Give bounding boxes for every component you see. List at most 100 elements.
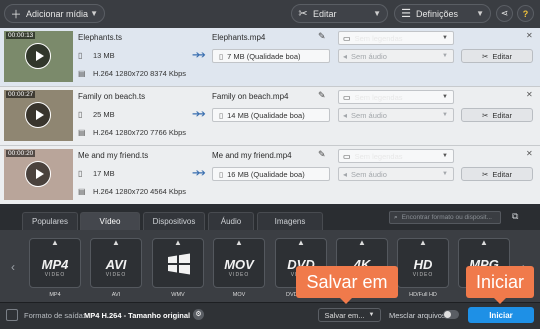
rename-pencil-icon[interactable]: ✎ (318, 149, 326, 160)
subtitles-dropdown[interactable]: ▭ Sem legendas ▼ (338, 31, 454, 45)
format-logo-sub: VIDEO (228, 272, 250, 278)
file-row[interactable]: 00:00:20 Me and my friend.ts ▯ 17 MB ▤ H… (0, 146, 540, 205)
edit-menu-button[interactable]: ✂ Editar ▼ (291, 4, 388, 23)
close-icon[interactable]: ✕ (526, 149, 533, 158)
play-icon[interactable] (25, 102, 51, 128)
scroll-left-icon[interactable]: ‹ (11, 260, 15, 274)
output-folder-icon[interactable] (6, 309, 18, 321)
edit-file-button[interactable]: ✂ Editar (461, 49, 533, 63)
edit-file-button[interactable]: ✂ Editar (461, 167, 533, 181)
tab-3[interactable]: Áudio (208, 212, 254, 230)
gear-icon[interactable]: ⚙ (193, 309, 204, 320)
merge-files-label: Mesclar arquivos: (389, 311, 448, 320)
add-media-button[interactable]: ＋ Adicionar mídia ▼ (4, 4, 105, 23)
format-logo-sub: VIDEO (412, 272, 434, 278)
play-icon[interactable] (25, 161, 51, 187)
scissors-icon: ✂ (482, 169, 489, 179)
output-size-dropdown[interactable]: ▯ 16 MB (Qualidade boa) (212, 167, 330, 181)
format-search-input[interactable]: ⌕ Encontrar formato ou disposit... (389, 211, 501, 224)
start-button[interactable]: Iniciar (468, 307, 534, 323)
output-size-dropdown[interactable]: ▯ 7 MB (Qualidade boa) (212, 49, 330, 63)
output-size-dropdown[interactable]: ▯ 14 MB (Qualidade boa) (212, 108, 330, 122)
rename-pencil-icon[interactable]: ✎ (318, 31, 326, 42)
chevron-up-icon[interactable]: ▲ (91, 238, 141, 247)
file-icon: ▯ (78, 110, 83, 119)
scissors-icon: ✂ (298, 8, 308, 20)
chevron-up-icon[interactable]: ▲ (153, 238, 203, 247)
chevron-down-icon: ▼ (373, 9, 381, 18)
tab-1[interactable]: Vídeo (80, 212, 140, 230)
top-toolbar: ＋ Adicionar mídia ▼ ✂ Editar ▼ ☰ Definiç… (0, 0, 540, 29)
format-tile[interactable]: ▲ MP4 VIDEO (29, 238, 81, 288)
source-video-info: ▤ H.264 1280x720 4564 Kbps (78, 187, 186, 196)
chevron-down-icon: ▼ (90, 9, 98, 18)
edit-file-button[interactable]: ✂ Editar (461, 108, 533, 122)
scissors-icon: ✂ (482, 51, 489, 61)
file-icon: ▯ (219, 169, 224, 179)
speaker-icon: ◂ (343, 169, 348, 179)
format-settings-icon[interactable]: ⧉ (512, 211, 518, 222)
windows-logo-icon (168, 253, 190, 275)
chevron-up-icon[interactable]: ▲ (30, 238, 80, 247)
chevron-up-icon[interactable]: ▲ (214, 238, 264, 247)
duration-label: 00:00:13 (6, 32, 36, 39)
video-thumbnail[interactable]: 00:00:20 (4, 149, 73, 200)
convert-arrow-icon: ➔➔ (192, 50, 206, 61)
file-row[interactable]: 00:00:13 Elephants.ts ▯ 13 MB ▤ H.264 12… (0, 28, 540, 87)
chevron-down-icon: ▼ (442, 94, 448, 100)
save-callout: Salvar em (296, 266, 398, 298)
source-file-name: Me and my friend.ts (78, 151, 149, 160)
settings-menu-button[interactable]: ☰ Definições ▼ (394, 4, 491, 23)
chevron-up-icon[interactable]: ▲ (398, 238, 448, 247)
speech-bubble-icon: ▭ (343, 151, 351, 161)
chevron-down-icon: ▼ (442, 35, 448, 41)
rename-pencil-icon[interactable]: ✎ (318, 90, 326, 101)
source-file-size: ▯ 25 MB (78, 110, 115, 119)
scissors-icon: ✂ (482, 110, 489, 120)
speaker-icon: ◂ (343, 110, 348, 120)
close-icon[interactable]: ✕ (526, 31, 533, 40)
start-callout-pointer (494, 298, 506, 304)
format-caption: AVI (111, 292, 121, 298)
chevron-down-icon: ▼ (442, 153, 448, 159)
format-caption: MOV (232, 292, 246, 298)
source-file-size: ▯ 13 MB (78, 51, 115, 60)
bottom-bar: Formato de saída: MP4 H.264 - Tamanho or… (0, 302, 540, 329)
duration-label: 00:00:20 (6, 150, 36, 157)
save-callout-pointer (340, 298, 352, 304)
play-icon[interactable] (25, 43, 51, 69)
output-file-name: Me and my friend.mp4 (212, 151, 292, 160)
format-tile[interactable]: ▲ MOV VIDEO (213, 238, 265, 288)
audio-dropdown[interactable]: ◂ Sem áudio ▼ (338, 108, 454, 122)
video-thumbnail[interactable]: 00:00:27 (4, 90, 73, 141)
format-logo: AVI (105, 257, 127, 272)
help-button[interactable]: ? (517, 5, 534, 22)
format-logo-sub: VIDEO (44, 272, 66, 278)
format-tile[interactable]: ▲ HD VIDEO (397, 238, 449, 288)
save-to-button[interactable]: Salvar em... ▼ (318, 308, 381, 322)
subtitles-dropdown[interactable]: ▭ Sem legendas ▼ (338, 90, 454, 104)
close-icon[interactable]: ✕ (526, 90, 533, 99)
chevron-down-icon: ▼ (442, 171, 448, 177)
file-row[interactable]: 00:00:27 Family on beach.ts ▯ 25 MB ▤ H.… (0, 87, 540, 146)
chevron-down-icon: ▼ (442, 112, 448, 118)
duration-label: 00:00:27 (6, 91, 36, 98)
file-icon: ▯ (78, 169, 83, 178)
tab-0[interactable]: Populares (22, 212, 78, 230)
start-callout: Iniciar (466, 266, 534, 298)
search-icon: ⌕ (394, 213, 398, 221)
format-tile[interactable]: ▲ (152, 238, 204, 288)
chevron-up-icon[interactable]: ▲ (276, 238, 326, 247)
share-button[interactable]: ⋖ (496, 5, 513, 22)
tab-4[interactable]: Imagens (257, 212, 323, 230)
tab-2[interactable]: Dispositivos (143, 212, 205, 230)
merge-files-toggle[interactable] (443, 310, 459, 319)
video-thumbnail[interactable]: 00:00:13 (4, 31, 73, 82)
chevron-up-icon[interactable]: ▲ (337, 238, 387, 247)
audio-dropdown[interactable]: ◂ Sem áudio ▼ (338, 49, 454, 63)
format-tile[interactable]: ▲ AVI VIDEO (90, 238, 142, 288)
audio-dropdown[interactable]: ◂ Sem áudio ▼ (338, 167, 454, 181)
settings-icon: ☰ (401, 8, 411, 20)
subtitles-dropdown[interactable]: ▭ Sem legendas ▼ (338, 149, 454, 163)
chevron-up-icon[interactable]: ▲ (459, 238, 509, 247)
